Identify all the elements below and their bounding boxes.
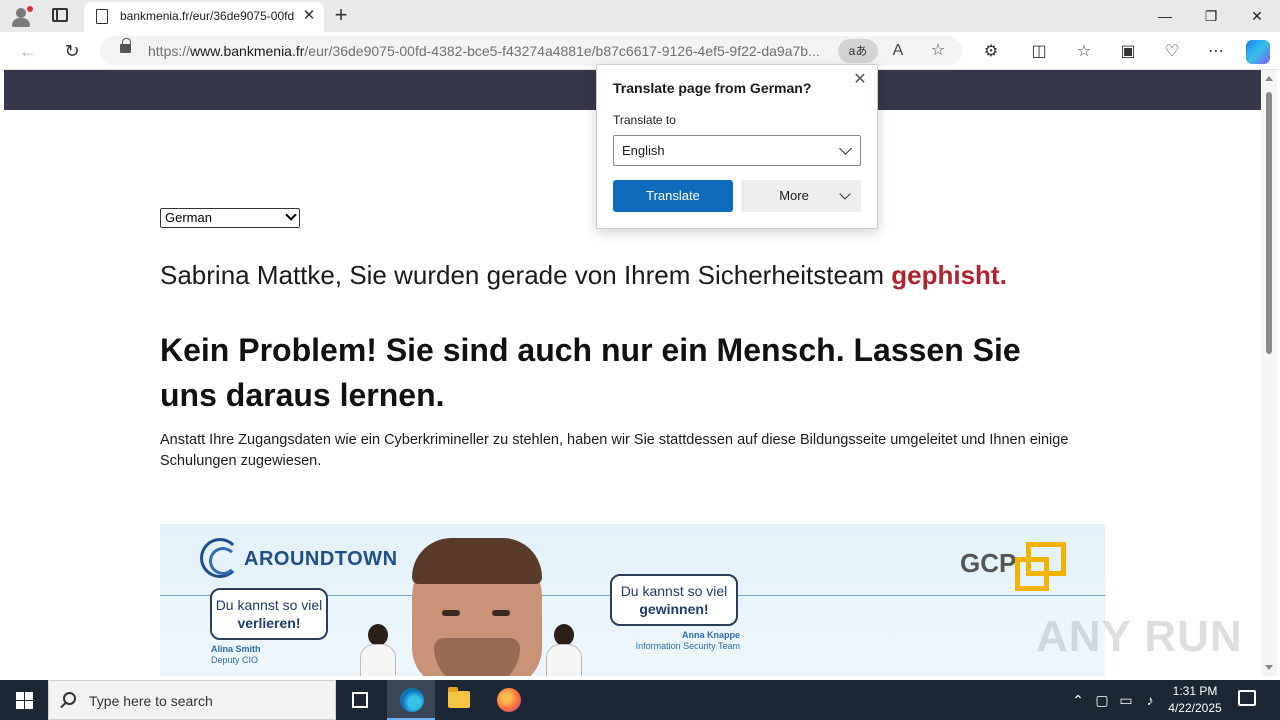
taskbar-search-input[interactable]: Type here to search xyxy=(48,680,336,720)
target-language-select[interactable]: English xyxy=(613,135,861,166)
person-right-caption: Anna Knappe Information Security Team xyxy=(635,630,740,651)
browser-essentials-icon[interactable]: ♡ xyxy=(1160,40,1184,64)
page-icon xyxy=(96,9,108,24)
address-bar[interactable]: https://www.bankmenia.fr/eur/36de9075-00… xyxy=(100,36,962,66)
tab-actions-icon[interactable] xyxy=(52,8,68,22)
translate-icon[interactable]: aあ xyxy=(838,39,878,63)
tab-title: bankmenia.fr/eur/36de9075-00fd xyxy=(120,9,295,23)
profile-icon[interactable] xyxy=(10,6,33,28)
scroll-up-icon[interactable] xyxy=(1265,76,1273,81)
url-text[interactable]: https://www.bankmenia.fr/eur/36de9075-00… xyxy=(148,43,838,59)
aroundtown-logo: AROUNDTOWN xyxy=(200,538,400,582)
refresh-icon[interactable]: ↻ xyxy=(59,38,85,64)
extensions-icon[interactable]: ⚙ xyxy=(979,40,1003,64)
scroll-down-icon[interactable] xyxy=(1265,665,1273,670)
close-icon[interactable]: ✕ xyxy=(851,71,869,89)
firefox-icon[interactable] xyxy=(497,688,521,712)
volume-icon[interactable]: ♪ xyxy=(1139,690,1161,710)
translate-button[interactable]: Translate xyxy=(613,180,733,212)
edge-icon[interactable] xyxy=(400,688,424,712)
more-button[interactable]: More xyxy=(741,180,861,212)
clock-time: 1:31 PM xyxy=(1172,684,1218,698)
browser-tab[interactable]: bankmenia.fr/eur/36de9075-00fd ✕ xyxy=(84,2,324,32)
copilot-icon[interactable] xyxy=(1246,40,1270,64)
awareness-banner: AROUNDTOWN GCP Du kannst so viel verlier… xyxy=(160,524,1105,676)
favorites-icon[interactable]: ☆ xyxy=(1072,40,1096,64)
taskbar-clock[interactable]: 1:31 PM 4/22/2025 xyxy=(1160,683,1230,717)
tab-close-icon[interactable]: ✕ xyxy=(300,7,318,25)
new-tab-icon[interactable]: + xyxy=(330,4,352,26)
close-window-icon[interactable]: ✕ xyxy=(1234,0,1280,32)
clock-date: 4/22/2025 xyxy=(1168,701,1222,715)
chevron-down-icon xyxy=(839,142,852,155)
page-scrollbar[interactable] xyxy=(1261,70,1277,676)
translate-popup: Translate page from German? ✕ Translate … xyxy=(596,64,878,229)
phished-accent: gephisht. xyxy=(891,260,1007,290)
page-headline: Kein Problem! Sie sind auch nur ein Mens… xyxy=(160,332,1021,413)
scroll-thumb[interactable] xyxy=(1266,92,1272,354)
anyrun-watermark: ANY RUN xyxy=(1036,612,1243,661)
more-menu-icon[interactable]: ⋯ xyxy=(1204,40,1228,64)
favorite-star-icon[interactable]: ☆ xyxy=(928,41,948,61)
lock-icon[interactable] xyxy=(120,38,131,53)
chevron-down-icon xyxy=(839,188,851,200)
person-right-photo xyxy=(544,624,584,676)
gcp-logo: GCP xyxy=(960,540,1070,591)
translate-to-label: Translate to xyxy=(613,113,676,127)
person-left-photo xyxy=(358,624,398,676)
language-select[interactable]: German xyxy=(160,208,300,228)
chevron-down-icon xyxy=(285,209,297,221)
tray-device-icon[interactable]: ▢ xyxy=(1091,690,1113,710)
notification-icon[interactable] xyxy=(1238,690,1256,706)
speech-bubble-right: Du kannst so viel gewinnen! xyxy=(610,574,738,626)
restore-icon[interactable]: ❐ xyxy=(1188,0,1234,32)
split-screen-icon[interactable]: ◫ xyxy=(1027,40,1051,64)
windows-start-icon[interactable] xyxy=(0,680,48,720)
tray-chevron-icon[interactable]: ⌃ xyxy=(1067,690,1089,710)
page-body-text: Anstatt Ihre Zugangsdaten wie ein Cyberk… xyxy=(160,432,1069,469)
task-view-icon[interactable] xyxy=(352,692,368,708)
back-icon[interactable]: ← xyxy=(15,38,41,64)
phished-message: Sabrina Mattke, Sie wurden gerade von Ih… xyxy=(160,260,1007,290)
person-left-caption: Alina Smith Deputy CIO xyxy=(211,644,261,665)
translate-popup-title: Translate page from German? xyxy=(613,80,812,96)
collections-icon[interactable]: ▣ xyxy=(1116,40,1140,64)
network-icon[interactable]: ▭ xyxy=(1115,690,1137,710)
search-icon xyxy=(63,692,76,705)
tab-bar: bankmenia.fr/eur/36de9075-00fd ✕ + — ❐ ✕ xyxy=(0,0,1280,32)
minimize-icon[interactable]: — xyxy=(1142,0,1188,32)
speech-bubble-left: Du kannst so viel verlieren! xyxy=(210,588,328,640)
man-portrait xyxy=(412,538,542,676)
read-aloud-icon[interactable]: A xyxy=(888,41,908,61)
taskbar: Type here to search ⌃ ▢ ▭ ♪ 1:31 PM 4/22… xyxy=(0,680,1280,720)
file-explorer-icon[interactable] xyxy=(448,687,470,708)
